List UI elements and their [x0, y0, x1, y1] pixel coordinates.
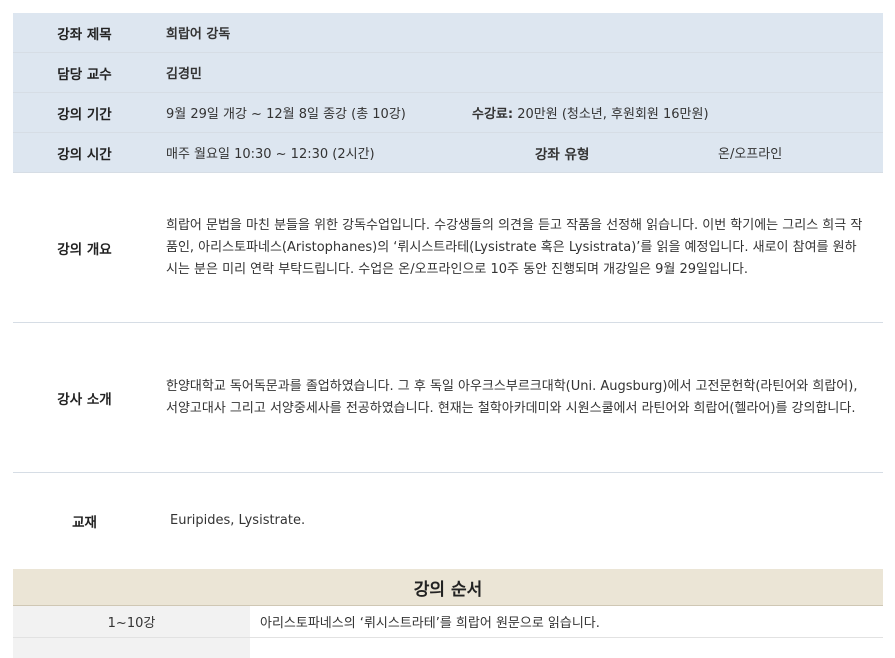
period-label: 강의 기간	[57, 106, 112, 123]
time-label: 강의 시간	[57, 146, 112, 163]
course-title-value: 희랍어 강독	[166, 27, 231, 42]
lecture-order-desc-empty	[250, 638, 260, 658]
overview-value: 희랍어 문법을 마친 분들을 위한 강독수업입니다. 수강생들의 의견을 듣고 …	[166, 217, 863, 277]
fee-value: 20만원 (청소년, 후원회원 16만원)	[513, 107, 709, 122]
instructor-row: 담당 교수 김경민	[13, 53, 883, 93]
lecture-order-num-empty	[13, 638, 250, 658]
lecture-order-row: 1~10강 아리스토파네스의 ‘뤼시스트라테’를 희랍어 원문으로 읽습니다.	[13, 606, 883, 638]
fee-text: 수강료: 20만원 (청소년, 후원회원 16만원)	[472, 103, 709, 122]
instructor-intro-label: 강사 소개	[57, 391, 112, 408]
course-type-value: 온/오프라인	[718, 147, 783, 162]
course-title-row: 강좌 제목 희랍어 강독	[13, 13, 883, 53]
lecture-order-num: 1~10강	[13, 606, 250, 637]
course-type-label: 강좌 유형	[535, 146, 590, 163]
overview-row: 강의 개요 희랍어 문법을 마친 분들을 위한 강독수업입니다. 수강생들의 의…	[13, 173, 883, 323]
textbook-value: Euripides, Lysistrate.	[170, 513, 306, 528]
textbook-row: 교재 Euripides, Lysistrate.	[13, 473, 883, 569]
lecture-order-title: 강의 순서	[13, 569, 883, 606]
period-row: 강의 기간 9월 29일 개강 ~ 12월 8일 종강 (총 10강) 수강료:…	[13, 93, 883, 133]
instructor-intro-value: 한양대학교 독어독문과를 졸업하였습니다. 그 후 독일 아우크스부르크대학(U…	[166, 378, 858, 416]
time-row: 강의 시간 매주 월요일 10:30 ~ 12:30 (2시간) 강좌 유형 온…	[13, 133, 883, 173]
lecture-order-row-empty	[13, 638, 883, 658]
course-title-label: 강좌 제목	[57, 26, 112, 43]
fee-label: 수강료:	[472, 107, 514, 122]
course-info-table: 강좌 제목 희랍어 강독 담당 교수 김경민 강의 기간 9월 29일 개강 ~…	[13, 13, 883, 658]
time-value: 매주 월요일 10:30 ~ 12:30 (2시간)	[166, 147, 375, 162]
instructor-value: 김경민	[166, 67, 202, 82]
overview-label: 강의 개요	[57, 241, 112, 258]
textbook-label: 교재	[72, 515, 97, 531]
instructor-label: 담당 교수	[57, 66, 112, 83]
lecture-order-desc: 아리스토파네스의 ‘뤼시스트라테’를 희랍어 원문으로 읽습니다.	[260, 616, 600, 631]
period-value: 9월 29일 개강 ~ 12월 8일 종강 (총 10강)	[166, 107, 406, 122]
instructor-intro-row: 강사 소개 한양대학교 독어독문과를 졸업하였습니다. 그 후 독일 아우크스부…	[13, 323, 883, 473]
